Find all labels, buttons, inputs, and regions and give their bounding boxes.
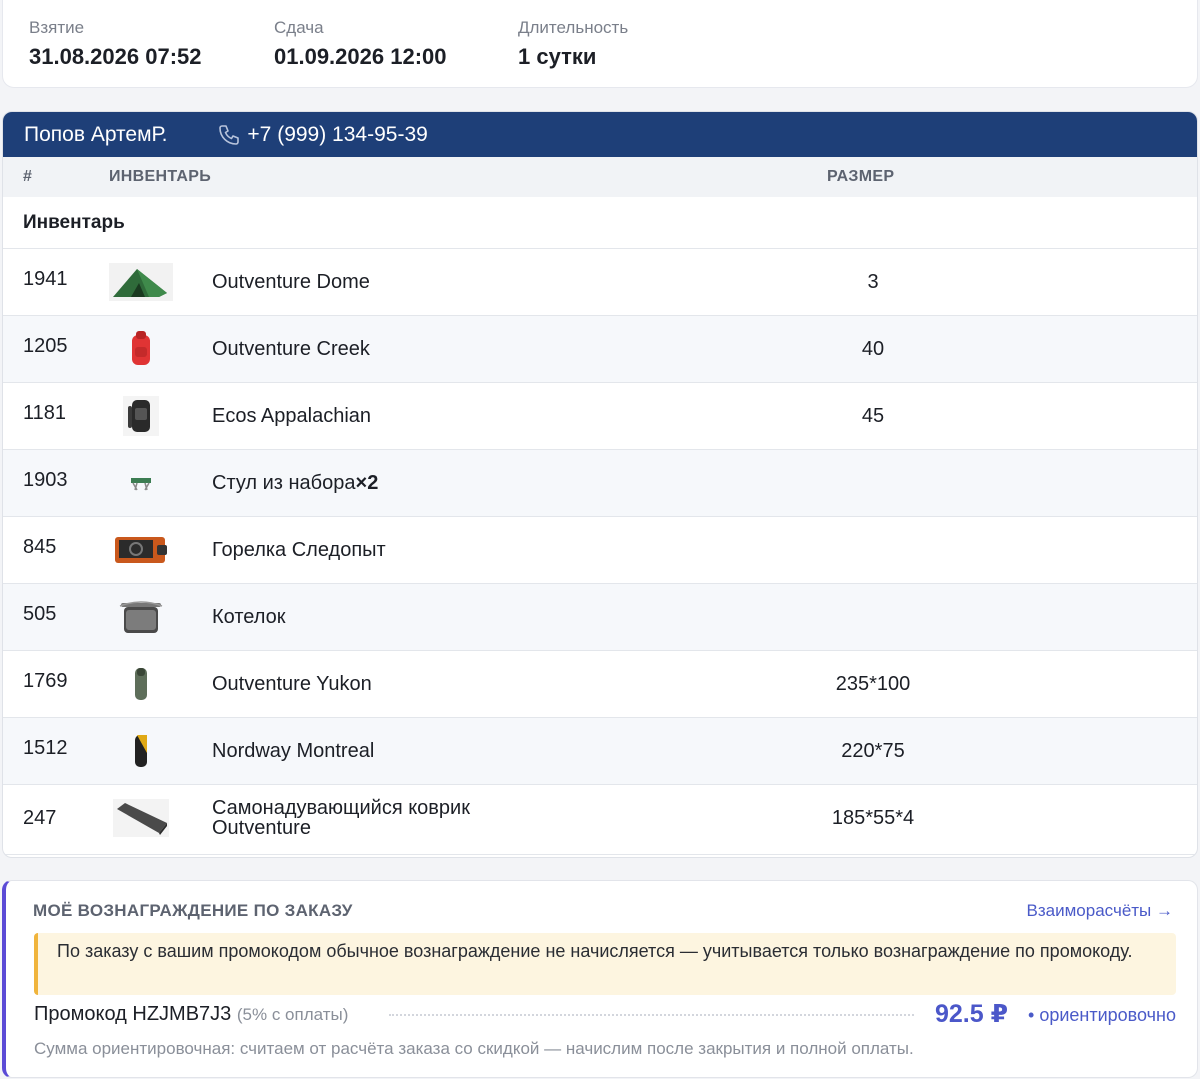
col-num: #	[23, 168, 33, 185]
phone-icon	[219, 124, 240, 145]
settlements-link[interactable]: Взаиморасчёты →	[1027, 901, 1173, 921]
red-backpack-icon	[109, 328, 173, 370]
item-name-line2: Outventure	[212, 817, 311, 839]
item-name: Ecos Appalachian	[212, 405, 372, 427]
pickup-block: Взятие 31.08.2026 07:52	[29, 18, 202, 70]
table-row: 505 Котелок	[3, 584, 1197, 651]
return-label: Сдача	[274, 18, 324, 37]
reward-card: МОЁ ВОЗНАГРАЖДЕНИЕ ПО ЗАКАЗУ Взаиморасчё…	[2, 880, 1198, 1078]
item-size: 40	[861, 338, 885, 360]
table-row: 1205 Outventure Creek 40	[3, 316, 1197, 383]
reward-amount: 92.5 ₽	[935, 1000, 1008, 1028]
duration-label: Длительность	[518, 18, 629, 37]
item-name-text: Стул из набора	[212, 472, 356, 494]
group-title-text: Инвентарь	[23, 212, 125, 233]
item-name: Самонадувающийся коврик Outventure	[212, 798, 470, 838]
group-title: Инвентарь	[3, 197, 1197, 249]
pickup-label: Взятие	[29, 18, 85, 37]
item-name: Горелка Следопыт	[212, 539, 386, 561]
return-block: Сдача 01.09.2026 12:00	[274, 18, 447, 70]
item-size: 3	[867, 271, 879, 293]
promo-notice: По заказу с вашим промокодом обычное воз…	[34, 933, 1176, 995]
table-row: 1769 Outventure Yukon 235*100	[3, 651, 1197, 718]
table-row: 1903 Стул из набора×2	[3, 450, 1197, 517]
item-size: 185*55*4	[831, 807, 915, 829]
customer-phone[interactable]: +7 (999) 134-95-39	[217, 122, 428, 147]
sleeping-bag-yellow-icon	[109, 730, 173, 772]
order-header: Попов АртемР. +7 (999) 134-95-39	[3, 112, 1197, 157]
duration-value: 1 сутки	[518, 44, 597, 69]
item-id: 1941	[23, 268, 68, 290]
order-card: Попов АртемР. +7 (999) 134-95-39 # ИНВЕН…	[2, 111, 1198, 858]
duration-block: Длительность 1 сутки	[518, 18, 628, 70]
item-id: 1512	[23, 737, 68, 759]
mat-icon	[109, 797, 173, 839]
item-name: Outventure Yukon	[212, 673, 372, 695]
item-id: 1205	[23, 335, 68, 357]
promo-percent: (5% с оплаты)	[236, 1005, 349, 1024]
item-id: 505	[23, 603, 57, 625]
item-name: Outventure Dome	[212, 271, 370, 293]
item-id: 1181	[23, 402, 67, 424]
item-size: 220*75	[841, 740, 905, 762]
table-header: # ИНВЕНТАРЬ РАЗМЕР	[3, 157, 1197, 197]
col-item: ИНВЕНТАРЬ	[109, 168, 212, 185]
item-id: 1903	[23, 469, 68, 491]
item-size: 45	[861, 405, 885, 427]
tent-icon	[109, 261, 173, 303]
item-quantity: ×2	[355, 472, 379, 494]
col-size: РАЗМЕР	[827, 168, 895, 185]
return-value: 01.09.2026 12:00	[274, 44, 447, 69]
table-row: 247 Самонадувающийся коврик Outventure 1…	[3, 785, 1197, 855]
item-name: Outventure Creek	[212, 338, 370, 360]
item-name: Nordway Montreal	[212, 740, 375, 762]
item-size: 235*100	[835, 673, 911, 695]
chair-icon	[109, 462, 173, 504]
item-id: 845	[23, 536, 57, 558]
item-id: 247	[23, 807, 57, 829]
pot-icon	[109, 596, 173, 638]
item-name: Котелок	[212, 606, 286, 628]
black-backpack-icon	[109, 395, 173, 437]
pickup-value: 31.08.2026 07:52	[29, 44, 202, 69]
promo-label: Промокод HZJMB7J3 (5% с оплаты)	[34, 1003, 348, 1026]
estimate-label: • ориентировочно	[1028, 1005, 1176, 1025]
phone-number: +7 (999) 134-95-39	[247, 122, 428, 146]
dotted-leader	[389, 1014, 914, 1016]
promo-code: Промокод HZJMB7J3	[34, 1003, 232, 1025]
gas-burner-icon	[109, 529, 173, 571]
table-row: 845 Горелка Следопыт	[3, 517, 1197, 584]
table-row: 1512 Nordway Montreal 220*75	[3, 718, 1197, 785]
sleeping-bag-green-icon	[109, 663, 173, 705]
item-id: 1769	[23, 670, 68, 692]
rental-dates-card: Взятие 31.08.2026 07:52 Сдача 01.09.2026…	[2, 0, 1198, 88]
reward-title: МОЁ ВОЗНАГРАЖДЕНИЕ ПО ЗАКАЗУ	[33, 901, 353, 920]
customer-name: Попов АртемР.	[24, 122, 168, 146]
item-name: Стул из набора×2	[212, 472, 378, 495]
promo-line: Промокод HZJMB7J3 (5% с оплаты) 92.5 ₽ •…	[34, 999, 1176, 1031]
table-row: 1181 Ecos Appalachian 45	[3, 383, 1197, 450]
reward-footnote: Сумма ориентировочная: считаем от расчёт…	[34, 1039, 914, 1058]
item-name-line1: Самонадувающийся коврик	[212, 797, 470, 819]
table-row: 1941 Outventure Dome 3	[3, 249, 1197, 316]
